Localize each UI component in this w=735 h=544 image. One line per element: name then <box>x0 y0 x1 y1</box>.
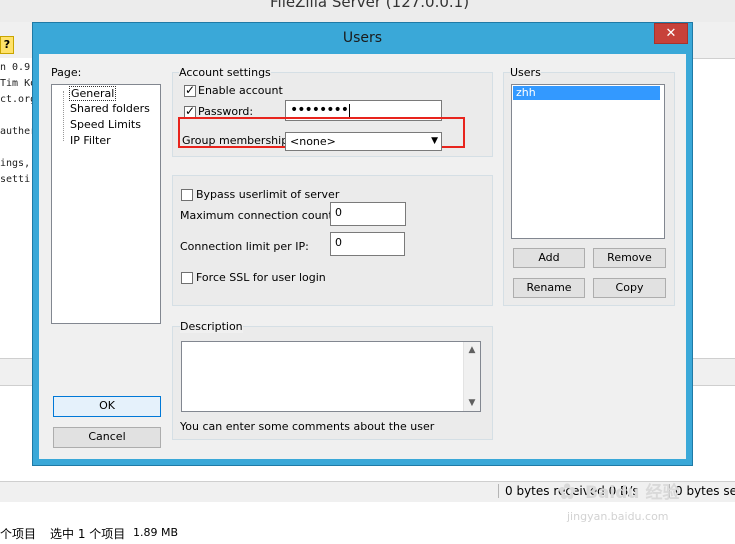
max-connection-value: 0 <box>335 206 342 219</box>
rename-user-button[interactable]: Rename <box>513 278 585 298</box>
explorer-selected-count: 选中 1 个项目 <box>50 527 126 541</box>
password-value: •••••••• <box>290 102 349 118</box>
page-tree: General Shared folders Speed Limits IP F… <box>51 84 161 324</box>
explorer-status-bar: 个项目 选中 1 个项目 1.89 MB <box>0 522 735 544</box>
status-sent: 0 bytes se <box>675 484 735 498</box>
log-line: auther <box>0 126 37 137</box>
force-ssl-checkbox[interactable] <box>181 272 193 284</box>
watermark-url: jingyan.baidu.com <box>567 510 669 523</box>
background-window-titlebar: FileZilla Server (127.0.0.1) <box>0 0 735 23</box>
group-membership-value: <none> <box>290 135 336 148</box>
scroll-down-icon[interactable]: ▼ <box>464 395 480 411</box>
max-connection-field[interactable]: 0 <box>330 202 406 226</box>
description-textarea[interactable]: ▲ ▼ <box>181 341 481 412</box>
baidu-paw-icon: ✿ <box>558 480 577 505</box>
tree-item-ip-filter[interactable]: IP Filter <box>70 134 111 147</box>
connection-limit-ip-field[interactable]: 0 <box>330 232 405 256</box>
tree-item-general[interactable]: General <box>69 86 117 101</box>
status-separator <box>498 484 499 498</box>
enable-account-label: Enable account <box>198 84 283 97</box>
scroll-up-icon[interactable]: ▲ <box>464 342 480 358</box>
account-settings-title: Account settings <box>179 66 271 79</box>
page-label: Page: <box>51 66 82 79</box>
bypass-userlimit-label: Bypass userlimit of server <box>196 188 340 201</box>
connection-limit-ip-value: 0 <box>335 236 342 249</box>
tree-item-speed-limits[interactable]: Speed Limits <box>70 118 141 131</box>
help-icon[interactable]: ? <box>0 36 14 54</box>
enable-account-checkbox[interactable] <box>184 83 196 97</box>
log-line: ct.org <box>0 94 37 105</box>
log-line: Tim Ko <box>0 78 37 89</box>
log-line: ings, <box>0 158 31 169</box>
copy-user-button[interactable]: Copy <box>593 278 666 298</box>
log-line: setti <box>0 174 31 185</box>
users-group-title: Users <box>510 66 541 79</box>
chevron-down-icon: ▼ <box>431 136 438 146</box>
add-user-button[interactable]: Add <box>513 248 585 268</box>
dialog-client-area: Page: General Shared folders Speed Limit… <box>39 54 686 459</box>
user-list-item[interactable]: zhh <box>513 86 660 100</box>
dialog-title: Users <box>342 30 383 46</box>
group-membership-select[interactable]: <none> ▼ <box>285 132 442 151</box>
watermark-text: Baidu 经验 <box>585 483 680 503</box>
description-title: Description <box>180 320 243 333</box>
bypass-userlimit-checkbox[interactable] <box>181 189 193 201</box>
users-list: zhh <box>511 84 665 239</box>
close-icon[interactable]: ✕ <box>654 23 688 44</box>
description-hint: You can enter some comments about the us… <box>180 420 435 433</box>
force-ssl-label: Force SSL for user login <box>196 271 326 284</box>
max-connection-label: Maximum connection count: <box>180 209 337 222</box>
users-dialog: Users ✕ Page: General Shared folders Spe… <box>32 22 693 466</box>
explorer-selected-size: 1.89 MB <box>133 526 179 539</box>
cancel-button[interactable]: Cancel <box>53 427 161 448</box>
group-membership-label: Group membership: <box>182 134 292 147</box>
description-scrollbar[interactable]: ▲ ▼ <box>463 342 480 411</box>
tree-item-shared-folders[interactable]: Shared folders <box>70 102 150 115</box>
ok-button[interactable]: OK <box>53 396 161 417</box>
remove-user-button[interactable]: Remove <box>593 248 666 268</box>
tree-connector <box>63 91 64 141</box>
explorer-item-count: 个项目 <box>0 527 37 541</box>
text-caret <box>349 104 351 118</box>
log-line: n 0.9. <box>0 62 37 73</box>
background-window-title: FileZilla Server (127.0.0.1) <box>270 0 470 11</box>
connection-limit-ip-label: Connection limit per IP: <box>180 240 309 253</box>
